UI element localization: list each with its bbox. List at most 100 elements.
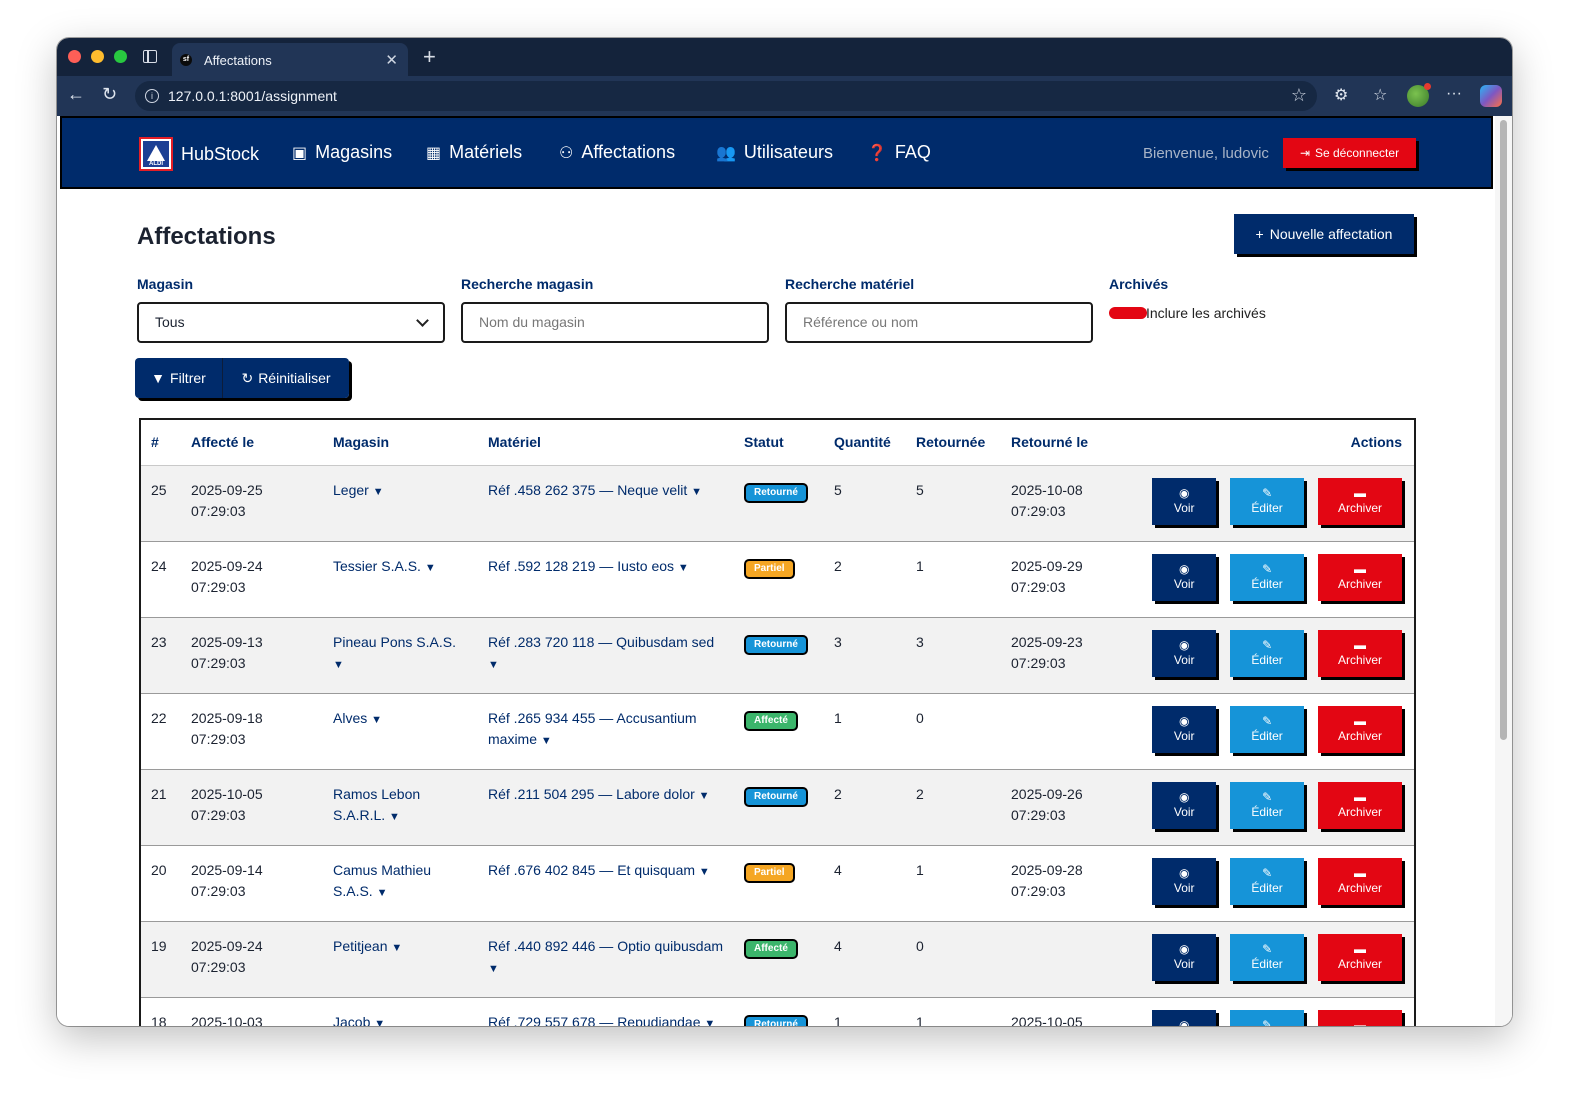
caret-down-icon[interactable]: ▼: [371, 714, 382, 726]
col-material[interactable]: Matériel: [478, 420, 734, 466]
material-search-input[interactable]: Référence ou nom: [785, 302, 1093, 343]
view-button[interactable]: ◉ Voir: [1152, 629, 1217, 677]
sidebar-toggle-icon[interactable]: [143, 50, 157, 63]
archive-button[interactable]: ▬ Archiver: [1318, 1009, 1402, 1026]
caret-down-icon[interactable]: ▼: [699, 790, 710, 802]
cell-material[interactable]: Réf .440 892 446 — Optio quibusdam ▼: [478, 921, 734, 997]
cell-store[interactable]: Tessier S.A.S. ▼: [323, 541, 478, 617]
view-button[interactable]: ◉ Voir: [1152, 553, 1217, 601]
caret-down-icon[interactable]: ▼: [541, 735, 552, 747]
browser-tab[interactable]: sf Affectations ✕: [172, 43, 408, 76]
material-link[interactable]: Réf .283 720 118 — Quibusdam sed: [488, 634, 714, 650]
cell-material[interactable]: Réf .729 557 678 — Repudiandae ▼: [478, 997, 734, 1027]
caret-down-icon[interactable]: ▼: [425, 562, 436, 574]
address-bar[interactable]: i 127.0.0.1:8001/assignment ☆: [135, 81, 1317, 111]
caret-down-icon[interactable]: ▼: [678, 562, 689, 574]
close-window-button[interactable]: [68, 50, 81, 63]
store-link[interactable]: Alves: [333, 710, 367, 726]
view-button[interactable]: ◉ Voir: [1152, 705, 1217, 753]
caret-down-icon[interactable]: ▼: [704, 1018, 715, 1027]
material-link[interactable]: Réf .440 892 446 — Optio quibusdam: [488, 938, 723, 954]
minimize-window-button[interactable]: [91, 50, 104, 63]
caret-down-icon[interactable]: ▼: [691, 486, 702, 498]
store-search-input[interactable]: Nom du magasin: [461, 302, 769, 343]
cell-material[interactable]: Réf .458 262 375 — Neque velit ▼: [478, 465, 734, 541]
view-button[interactable]: ◉ Voir: [1152, 857, 1217, 905]
cell-store[interactable]: Alves ▼: [323, 693, 478, 769]
nav-magasins[interactable]: ▣ Magasins: [292, 142, 392, 163]
view-button[interactable]: ◉ Voir: [1152, 477, 1217, 525]
col-assigned-at[interactable]: Affecté le: [181, 420, 323, 466]
copilot-icon[interactable]: [1480, 85, 1502, 107]
view-button[interactable]: ◉ Voir: [1152, 781, 1217, 829]
store-link[interactable]: Petitjean: [333, 938, 387, 954]
view-button[interactable]: ◉ Voir: [1152, 1009, 1217, 1026]
logout-button[interactable]: ⇥ Se déconnecter: [1283, 138, 1416, 168]
maximize-window-button[interactable]: [114, 50, 127, 63]
cell-material[interactable]: Réf .283 720 118 — Quibusdam sed ▼: [478, 617, 734, 693]
new-assignment-button[interactable]: + Nouvelle affectation: [1234, 214, 1414, 254]
material-link[interactable]: Réf .265 934 455 — Accusantium maxime: [488, 710, 697, 747]
cell-store[interactable]: Pineau Pons S.A.S. ▼: [323, 617, 478, 693]
caret-down-icon[interactable]: ▼: [699, 866, 710, 878]
caret-down-icon[interactable]: ▼: [488, 963, 499, 975]
col-returned-at[interactable]: Retourné le: [1001, 420, 1121, 466]
archive-button[interactable]: ▬ Archiver: [1318, 553, 1402, 601]
col-quantity[interactable]: Quantité: [824, 420, 906, 466]
view-button[interactable]: ◉ Voir: [1152, 933, 1217, 981]
caret-down-icon[interactable]: ▼: [333, 659, 344, 671]
cell-store[interactable]: Leger ▼: [323, 465, 478, 541]
tab-close-icon[interactable]: ✕: [385, 51, 398, 69]
archive-button[interactable]: ▬ Archiver: [1318, 477, 1402, 525]
extensions-icon[interactable]: ⚙: [1334, 85, 1348, 105]
nav-affectations[interactable]: ⚇ Affectations: [559, 142, 675, 163]
nav-materiels[interactable]: ▦ Matériels: [426, 142, 522, 163]
brand-link[interactable]: ALDI HubStock: [139, 136, 259, 172]
material-link[interactable]: Réf .592 128 219 — Iusto eos: [488, 558, 674, 574]
more-menu-icon[interactable]: ···: [1446, 85, 1462, 103]
edit-button[interactable]: ✎ Éditer: [1230, 1009, 1305, 1026]
scrollbar-thumb[interactable]: [1500, 120, 1507, 740]
nav-utilisateurs[interactable]: 👥 Utilisateurs: [716, 142, 833, 163]
reset-button[interactable]: ↻ Réinitialiser: [223, 358, 349, 398]
reload-icon[interactable]: ↻: [102, 84, 117, 105]
material-link[interactable]: Réf .211 504 295 — Labore dolor: [488, 786, 695, 802]
store-select[interactable]: Tous: [137, 302, 445, 343]
col-status[interactable]: Statut: [734, 420, 824, 466]
store-link[interactable]: Pineau Pons S.A.S.: [333, 634, 456, 650]
archive-button[interactable]: ▬ Archiver: [1318, 933, 1402, 981]
edit-button[interactable]: ✎ Éditer: [1230, 553, 1305, 601]
favorites-icon[interactable]: ☆: [1373, 85, 1387, 105]
col-id[interactable]: #: [141, 420, 181, 466]
archive-button[interactable]: ▬ Archiver: [1318, 705, 1402, 753]
col-returned[interactable]: Retournée: [906, 420, 1001, 466]
store-link[interactable]: Leger: [333, 482, 369, 498]
caret-down-icon[interactable]: ▼: [391, 942, 402, 954]
caret-down-icon[interactable]: ▼: [377, 887, 388, 899]
edit-button[interactable]: ✎ Éditer: [1230, 857, 1305, 905]
store-link[interactable]: Ramos Lebon S.A.R.L.: [333, 786, 420, 823]
new-tab-icon[interactable]: +: [423, 44, 436, 70]
back-icon[interactable]: ←: [67, 84, 85, 105]
col-store[interactable]: Magasin: [323, 420, 478, 466]
material-link[interactable]: Réf .458 262 375 — Neque velit: [488, 482, 687, 498]
archive-button[interactable]: ▬ Archiver: [1318, 629, 1402, 677]
caret-down-icon[interactable]: ▼: [373, 486, 384, 498]
archive-button[interactable]: ▬ Archiver: [1318, 857, 1402, 905]
edit-button[interactable]: ✎ Éditer: [1230, 477, 1305, 525]
store-link[interactable]: Tessier S.A.S.: [333, 558, 421, 574]
profile-avatar[interactable]: [1407, 83, 1431, 107]
edit-button[interactable]: ✎ Éditer: [1230, 705, 1305, 753]
cell-store[interactable]: Jacob ▼: [323, 997, 478, 1027]
page-scrollbar[interactable]: [1495, 116, 1512, 1026]
edit-button[interactable]: ✎ Éditer: [1230, 781, 1305, 829]
caret-down-icon[interactable]: ▼: [488, 659, 499, 671]
cell-store[interactable]: Camus Mathieu S.A.S. ▼: [323, 845, 478, 921]
archive-button[interactable]: ▬ Archiver: [1318, 781, 1402, 829]
caret-down-icon[interactable]: ▼: [389, 811, 400, 823]
cell-store[interactable]: Petitjean ▼: [323, 921, 478, 997]
edit-button[interactable]: ✎ Éditer: [1230, 629, 1305, 677]
cell-material[interactable]: Réf .211 504 295 — Labore dolor ▼: [478, 769, 734, 845]
site-info-icon[interactable]: i: [145, 89, 159, 103]
material-link[interactable]: Réf .729 557 678 — Repudiandae: [488, 1014, 701, 1027]
